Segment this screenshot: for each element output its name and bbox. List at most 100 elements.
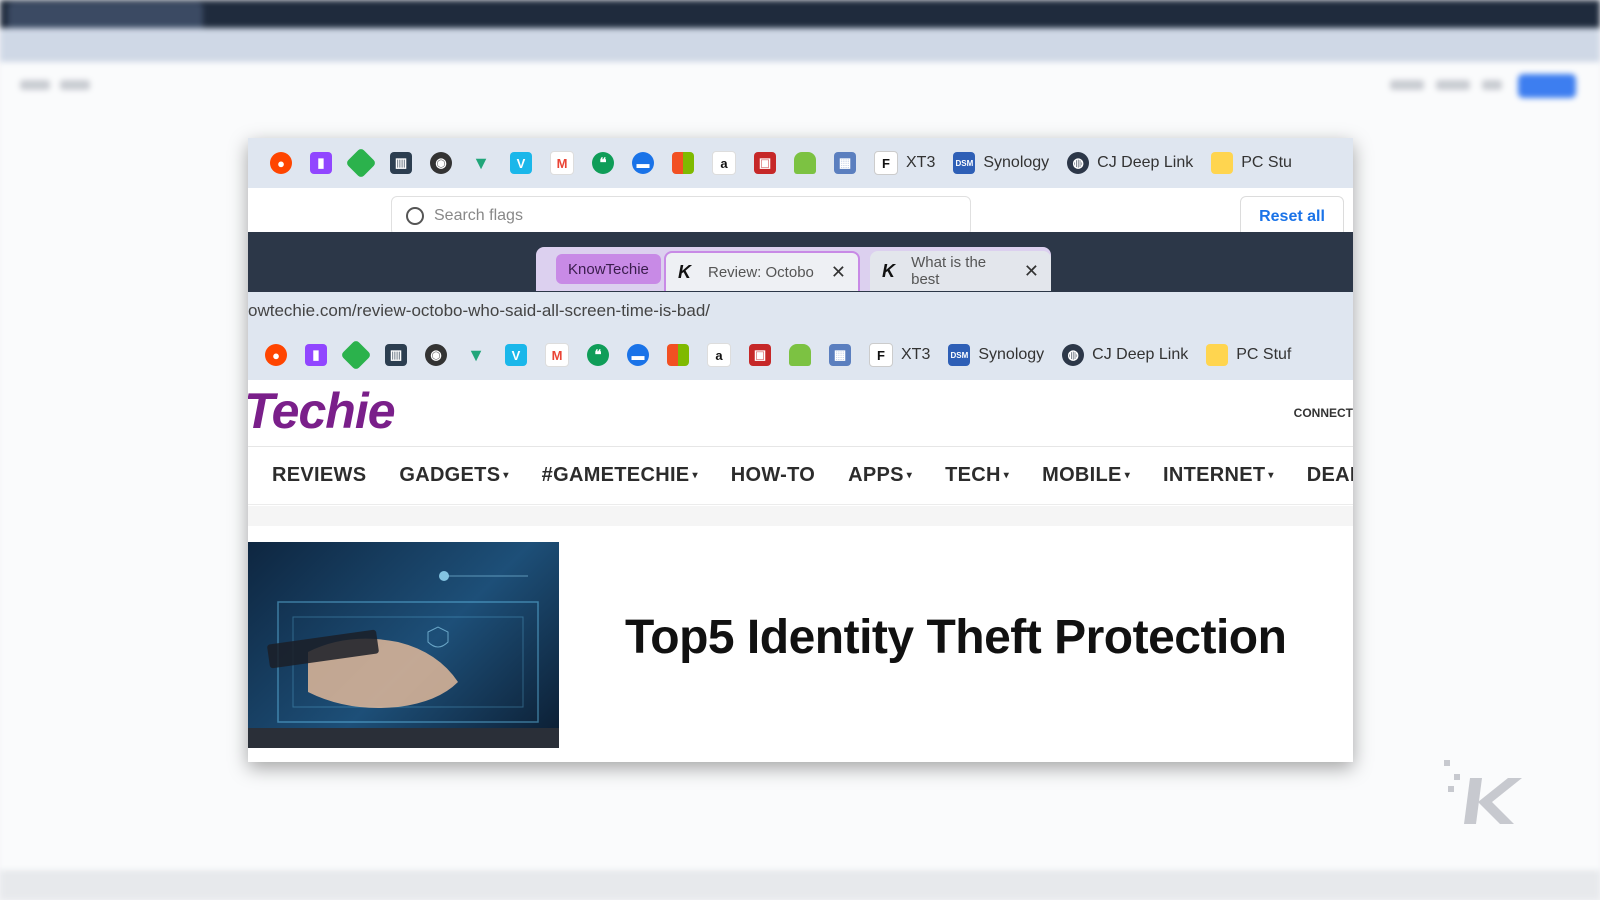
amazon-icon[interactable]: a [712,151,736,175]
bookmark-pc-stuff[interactable]: PC Stu [1211,152,1292,174]
chat-bubble-icon[interactable]: ▬ [627,344,649,366]
bg-text [1436,80,1470,90]
bg-toolbar [0,28,1600,78]
f-icon: F [874,151,898,175]
main-nav: REVIEWS GADGETS ▾ #GAMETECHIE ▾ HOW-TO APP… [248,447,1353,505]
tab-what-is-the-best[interactable]: K What is the best ✕ [870,251,1051,291]
chevron-down-icon: ▾ [1268,470,1274,481]
hangouts-icon[interactable]: ❝ [592,152,614,174]
reddit-icon[interactable]: ● [270,152,292,174]
nav-label: DEALS [1306,464,1353,486]
nav-label: #GAMETECHIE [541,464,690,486]
feedly-icon[interactable] [340,339,372,371]
chat-bubble-icon[interactable]: ▬ [632,152,654,174]
calendar-icon[interactable]: ▦ [834,152,856,174]
microsoft-icon[interactable] [667,344,689,366]
nav-how-to[interactable]: HOW-TO [731,464,815,487]
gift-icon[interactable]: ▣ [754,152,776,174]
nav-gametechie[interactable]: #GAMETECHIE ▾ [542,464,698,487]
chevron-down-icon: ▾ [1003,470,1010,481]
bg-titlebar [0,0,1600,28]
nav-label: TECH [945,464,1001,486]
amazon-icon[interactable]: a [707,343,731,367]
calendar-icon[interactable]: ▦ [829,344,851,366]
search-flags-input[interactable]: Search flags [391,196,971,236]
address-bar[interactable]: owtechie.com/review-octobo-who-said-all-… [248,292,1353,330]
bookmark-label: XT3 [901,346,931,363]
close-tab-icon[interactable]: ✕ [1024,261,1039,282]
feedly-icon[interactable] [345,147,377,179]
folder-icon [1206,344,1229,366]
article-headline[interactable]: Top5 Identity Theft Protection [625,610,1287,665]
microsoft-icon[interactable] [672,152,694,174]
tab-group: KnowTechie K Review: Octobo ✕ K What is … [536,247,1051,291]
bg-text [1390,80,1424,90]
nav-tech[interactable]: TECH ▾ [945,464,1009,487]
bookmark-label: XT3 [906,154,936,171]
vuetify-icon[interactable]: ▼ [465,344,487,366]
tab-group-chip[interactable]: KnowTechie [556,254,661,284]
tiles-icon[interactable]: ▥ [390,152,412,174]
nav-label: APPS [848,464,904,486]
gift-icon[interactable]: ▣ [749,344,771,366]
hootsuite-icon[interactable]: ◉ [425,344,447,366]
hand-holding-card-illustration [248,571,559,748]
nav-gadgets[interactable]: GADGETS ▾ [399,464,508,487]
bookmark-pc-stuff[interactable]: PC Stuf [1206,344,1291,366]
bookmark-xt3[interactable]: F XT3 [869,343,930,367]
nav-internet[interactable]: INTERNET ▾ [1163,464,1274,487]
vimeo-icon[interactable]: V [505,344,527,366]
hangouts-icon[interactable]: ❝ [587,344,609,366]
nav-label: MOBILE [1042,464,1122,486]
knowtechie-k-icon [1444,760,1524,830]
tiles-icon[interactable]: ▥ [385,344,407,366]
flags-page-header: Search flags Reset all [248,188,1353,238]
nav-label: REVIEWS [272,464,367,486]
bookmark-xt3[interactable]: F XT3 [874,151,935,175]
f-icon: F [869,343,893,367]
bookmark-label: PC Stuf [1236,346,1292,363]
chevron-down-icon: ▾ [692,470,698,481]
nav-reviews[interactable]: REVIEWS [272,464,366,487]
search-icon [406,207,424,225]
browser-window: ● ▮ ▥ ◉ ▼ V M ❝ ▬ a ▣ ▦ F XT3 DSM Synology… [248,138,1353,762]
chevron-down-icon: ▾ [1124,470,1131,481]
hootsuite-icon[interactable]: ◉ [430,152,452,174]
divider-strip [248,506,1353,526]
bookmark-label: Synology [983,154,1050,171]
bookmark-label: Synology [978,346,1045,363]
android-icon[interactable] [794,152,816,174]
bookmark-synology[interactable]: DSM Synology [953,152,1049,174]
nav-deals[interactable]: DEALS [1307,464,1353,487]
search-placeholder: Search flags [434,207,523,224]
knowtechie-favicon-icon: K [882,260,895,281]
chevron-down-icon: ▾ [906,470,913,481]
nav-mobile[interactable]: MOBILE ▾ [1042,464,1130,487]
tab-title: What is the best [911,254,987,288]
site-logo[interactable]: Techie [248,382,396,440]
android-icon[interactable] [789,344,811,366]
globe-icon: ◍ [1067,152,1090,174]
nav-label: HOW-TO [730,464,816,486]
gmail-icon[interactable]: M [545,343,569,367]
connect-link[interactable]: CONNECT [1294,406,1353,420]
twitch-icon[interactable]: ▮ [305,344,327,366]
bg-text [20,80,50,90]
close-tab-icon[interactable]: ✕ [831,262,846,283]
nav-label: GADGETS [399,464,501,486]
vuetify-icon[interactable]: ▼ [470,152,492,174]
bookmark-synology[interactable]: DSM Synology [948,344,1044,366]
twitch-icon[interactable]: ▮ [310,152,332,174]
bookmark-cj-deep-link[interactable]: ◍ CJ Deep Link [1067,152,1193,174]
tab-review-octobo[interactable]: K Review: Octobo ✕ [664,251,860,291]
reddit-icon[interactable]: ● [265,344,287,366]
bg-button [1518,74,1576,98]
gmail-icon[interactable]: M [550,151,574,175]
bg-text [60,80,90,90]
article-image[interactable] [248,542,559,748]
nav-apps[interactable]: APPS ▾ [848,464,912,487]
bg-footer [0,870,1600,900]
knowtechie-favicon-icon: K [678,261,691,282]
vimeo-icon[interactable]: V [510,152,532,174]
bookmark-cj-deep-link[interactable]: ◍ CJ Deep Link [1062,344,1188,366]
